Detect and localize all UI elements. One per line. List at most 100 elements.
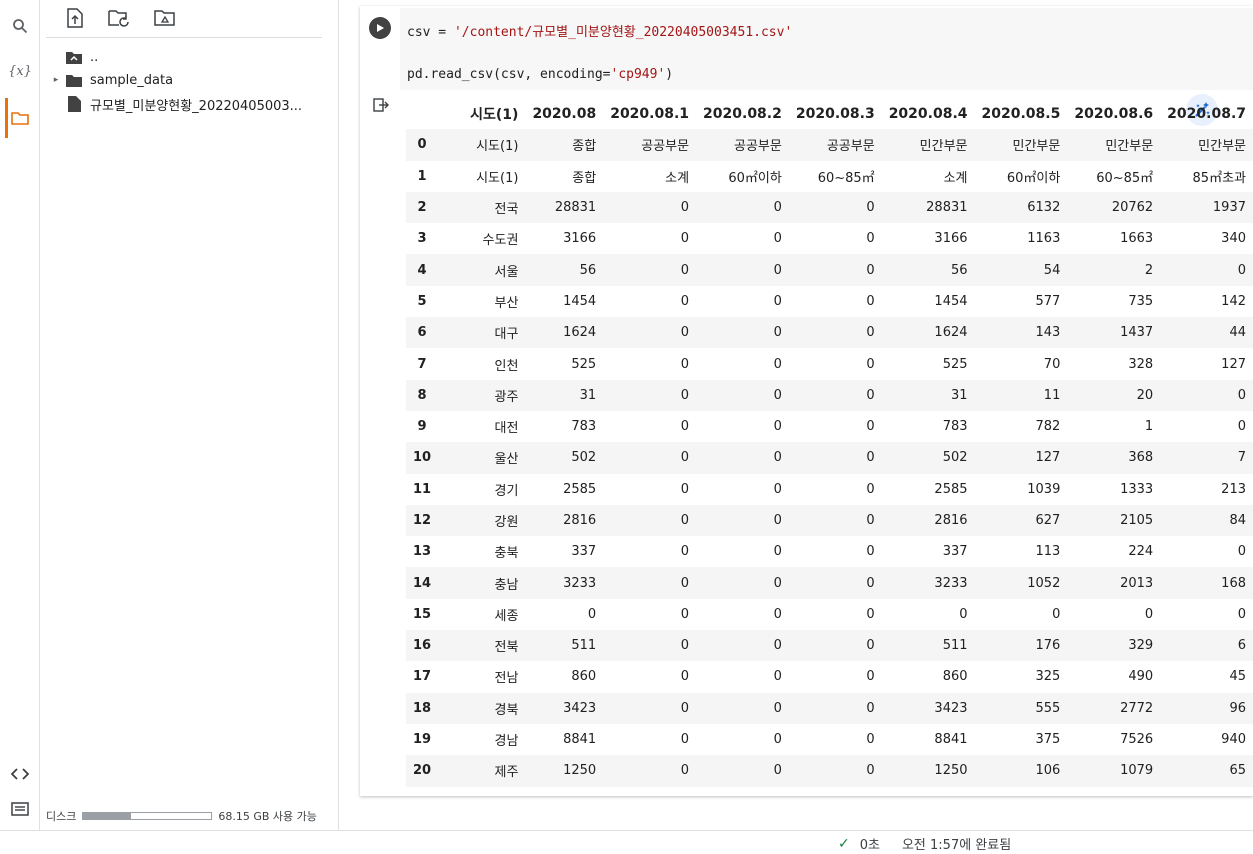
table-cell: 강원 — [438, 504, 526, 537]
table-cell: 0 — [788, 379, 882, 411]
table-cell: 96 — [1160, 692, 1253, 724]
row-index: 1 — [417, 168, 427, 184]
table-row: 12 강원 2816 0 0 0 2816 627 2105 84 — [406, 504, 1253, 537]
execution-status[interactable]: ✓ 0초 오전 1:57에 완료됨 — [838, 834, 1012, 854]
row-index: 11 — [413, 481, 432, 497]
expand-arrow-icon[interactable]: ▸ — [46, 75, 66, 85]
completion-time: 오전 1:57에 완료됨 — [901, 838, 1012, 853]
table-cell: 시도(1) — [438, 129, 526, 161]
table-cell: 0 — [866, 544, 875, 560]
table-cell: 31 — [525, 379, 604, 411]
table-cell: 0 — [603, 567, 697, 599]
table-cell: 민간부문 — [974, 129, 1068, 161]
table-cell: 1163 — [1027, 231, 1061, 247]
table-cell: 54 — [974, 254, 1068, 286]
search-icon[interactable] — [6, 12, 34, 40]
table-cell: 1250 — [525, 755, 604, 787]
table-cell: 113 — [1035, 544, 1061, 560]
folder-icon[interactable] — [6, 104, 34, 132]
table-cell: 1624 — [881, 317, 975, 349]
refresh-folder-icon[interactable] — [106, 6, 132, 30]
table-cell: 0 — [1052, 606, 1061, 622]
table-cell: 시도(1) — [476, 170, 519, 186]
table-cell: 511 — [881, 630, 975, 662]
table-cell: 0 — [773, 231, 782, 247]
table-cell: 0 — [680, 732, 690, 748]
table-cell: 860 — [571, 669, 597, 685]
table-cell: 0 — [866, 293, 875, 309]
table-cell: 0 — [1160, 254, 1253, 286]
code-text: ) — [665, 67, 674, 82]
table-row: 10 울산 502 0 0 0 502 127 368 7 — [406, 442, 1253, 474]
table-cell: 0 — [866, 419, 875, 435]
table-cell: 8841 — [563, 732, 597, 748]
upload-file-icon[interactable] — [62, 6, 88, 30]
table-cell: 2013 — [1067, 567, 1161, 599]
table-cell: 525 — [571, 356, 597, 372]
table-cell: 0 — [866, 606, 875, 622]
table-cell: 0 — [788, 317, 882, 349]
column-header: 2020.08 — [532, 105, 597, 122]
table-cell: 0 — [788, 504, 882, 537]
table-cell: 2585 — [934, 481, 968, 497]
table-cell: 전국 — [438, 191, 526, 224]
table-cell: 0 — [788, 191, 882, 224]
table-row: 4 서울 56 0 0 0 56 54 2 0 — [406, 254, 1253, 286]
table-row: 7 인천 525 0 0 0 525 70 328 127 — [406, 348, 1253, 379]
table-cell: 0 — [959, 606, 968, 622]
tree-item-parent[interactable]: .. — [66, 46, 98, 68]
code-editor[interactable]: csv = '/content/규모별_미분양현황_20220405003451… — [400, 8, 1253, 90]
table-cell: 20762 — [1067, 191, 1161, 224]
table-cell: 공공부문 — [788, 129, 882, 161]
disk-usage-bar — [82, 812, 213, 820]
row-index: 9 — [417, 419, 427, 435]
table-cell: 전남 — [494, 671, 519, 687]
table-cell: 소계 — [665, 170, 690, 186]
table-cell: 60㎡이하 — [728, 170, 782, 186]
table-cell: 1437 — [1067, 317, 1161, 349]
table-cell: 경기 — [494, 483, 519, 499]
dataframe-table: 시도(1) 2020.08 2020.08.1 2020.08.2 2020.0… — [406, 98, 1253, 787]
table-cell: 0 — [696, 755, 789, 787]
tree-item-sample-data[interactable]: ▸ sample_data — [46, 69, 173, 91]
table-cell: 511 — [525, 630, 604, 662]
code-cell[interactable]: csv = '/content/규모별_미분양현황_20220405003451… — [360, 6, 1253, 796]
row-index: 4 — [406, 254, 439, 286]
table-cell: 11 — [974, 379, 1068, 411]
table-cell: 인천 — [494, 358, 519, 374]
tree-item-csv-file[interactable]: 규모별_미분양현황_20220405003... — [68, 93, 302, 115]
row-index: 0 — [406, 129, 439, 161]
notebook-area: csv = '/content/규모별_미분양현황_20220405003451… — [340, 0, 1253, 830]
row-index: 16 — [406, 630, 439, 662]
table-cell: 325 — [1035, 669, 1061, 685]
output-menu-icon[interactable] — [373, 97, 389, 116]
table-cell: 3233 — [881, 567, 975, 599]
mount-drive-icon[interactable] — [152, 6, 178, 30]
table-cell: 0 — [603, 379, 697, 411]
table-cell: 광주 — [438, 379, 526, 411]
table-cell: 대구 — [438, 317, 526, 349]
terminal-icon[interactable] — [6, 795, 34, 823]
table-cell: 8841 — [934, 732, 968, 748]
tree-item-label: sample_data — [90, 72, 174, 88]
variables-icon[interactable]: {x} — [6, 57, 34, 85]
row-index: 12 — [406, 504, 439, 537]
table-body: 0 시도(1) 종합 공공부문 공공부문 공공부문 민간부문 민간부문 민간부문 민간부문 1 시도(… — [406, 129, 1253, 787]
file-icon — [68, 96, 81, 112]
table-cell: 0 — [603, 442, 697, 474]
row-index: 19 — [413, 732, 432, 748]
table-cell: 0 — [696, 317, 789, 349]
disk-usage: 디스크 68.15 GB 사용 가능 — [46, 808, 317, 824]
code-snippets-icon[interactable] — [6, 760, 34, 788]
table-cell: 0 — [773, 732, 782, 748]
run-cell-button[interactable] — [369, 17, 391, 39]
table-cell: 충남 — [438, 567, 526, 599]
column-header: 2020.08.3 — [795, 105, 875, 122]
table-cell: 6 — [1160, 630, 1253, 662]
table-cell: 충북 — [494, 546, 519, 562]
table-cell: 224 — [1128, 544, 1154, 560]
row-index: 5 — [417, 293, 427, 309]
table-cell: 0 — [696, 630, 789, 662]
code-line-2: pd.read_csv(csv, encoding='cp949') — [407, 64, 1253, 85]
